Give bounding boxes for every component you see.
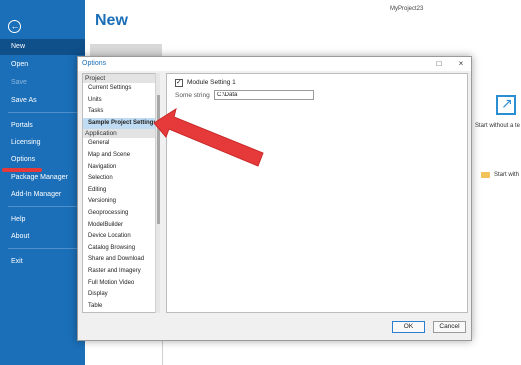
annotation-arrow-icon	[153, 107, 264, 167]
app-window: ← New Open Save Save As Portals Licensin…	[0, 0, 521, 365]
